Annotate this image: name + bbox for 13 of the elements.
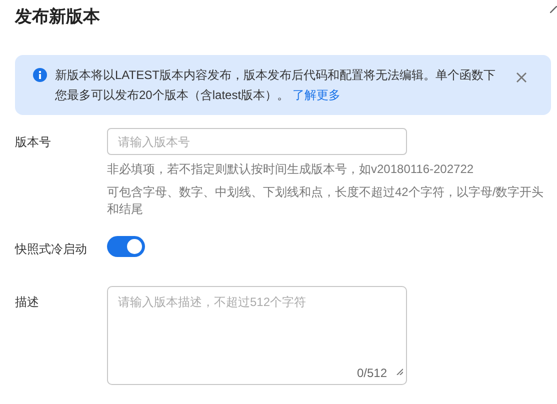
alert-message: 新版本将以LATEST版本内容发布，版本发布后代码和配置将无法编辑。单个函数下您最多可以发布20个版本（含latest版本）。 了解更多: [55, 67, 496, 104]
info-icon: [33, 68, 47, 82]
field-label: 描述: [15, 294, 40, 311]
learn-more-link[interactable]: 了解更多: [292, 88, 340, 102]
toggle-switch[interactable]: [107, 236, 145, 257]
resize-handle-icon[interactable]: [396, 368, 403, 376]
hint-text: 非必填项，若不指定则默认按时间生成版本号，如v20180116-202722: [107, 161, 475, 178]
hint-text: 可包含字母、数字、中划线、下划线和点，长度不超过42个字符，以字母/数字开头和结尾: [107, 184, 545, 218]
field-label: 快照式冷启动: [15, 241, 88, 258]
character-counter: 0/512: [356, 365, 387, 382]
field-label: 版本号: [15, 134, 52, 151]
dialog-title: 发布新版本: [14, 6, 100, 28]
version-input[interactable]: 请输入版本号: [107, 128, 407, 155]
